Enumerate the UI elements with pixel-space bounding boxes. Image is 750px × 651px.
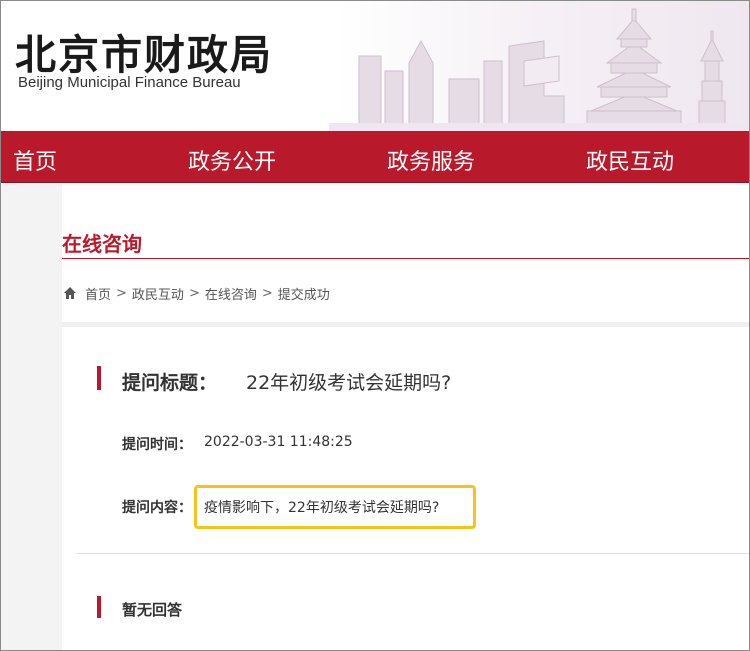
section-band bbox=[62, 322, 749, 327]
nav-item-gov-affairs[interactable]: 政务公开 bbox=[188, 144, 276, 176]
nav-item-interaction[interactable]: 政民互动 bbox=[586, 144, 674, 176]
reply-status: 暂无回答 bbox=[122, 601, 183, 619]
breadcrumb-current: 提交成功 bbox=[277, 287, 330, 303]
breadcrumb: 首页 > 政民互动 > 在线咨询 > 提交成功 bbox=[63, 284, 330, 303]
home-icon bbox=[64, 287, 76, 299]
nav-item-home[interactable]: 首页 bbox=[13, 144, 57, 176]
question-time-label: 提问时间： bbox=[122, 437, 192, 453]
question-title: 22年初级考试会延期吗? bbox=[246, 372, 452, 394]
section-title: 在线咨询 bbox=[62, 232, 142, 256]
beijing-skyline-illustration bbox=[329, 8, 749, 131]
site-header: 北京市财政局 Beijing Municipal Finance Bureau bbox=[1, 1, 749, 131]
nav-item-gov-services[interactable]: 政务服务 bbox=[387, 144, 475, 176]
question-time: 2022-03-31 11:48:25 bbox=[204, 434, 353, 450]
content-panel bbox=[62, 184, 749, 650]
breadcrumb-separator: > bbox=[188, 285, 200, 301]
question-content: 疫情影响下，22年初级考试会延期吗? bbox=[204, 500, 440, 516]
question-title-label: 提问标题： bbox=[122, 372, 218, 394]
breadcrumb-separator: > bbox=[116, 285, 127, 301]
site-logo-chinese[interactable]: 北京市财政局 bbox=[15, 21, 273, 81]
section-divider bbox=[62, 258, 749, 259]
main-nav: 首页 政务公开 政务服务 政民互动 bbox=[1, 131, 749, 183]
reply-accent-bar bbox=[97, 596, 101, 618]
question-accent-bar bbox=[97, 366, 101, 390]
breadcrumb-home[interactable]: 首页 bbox=[85, 284, 111, 303]
breadcrumb-online-consult[interactable]: 在线咨询 bbox=[205, 284, 257, 303]
breadcrumb-interaction[interactable]: 政民互动 bbox=[132, 284, 184, 303]
question-content-label: 提问内容： bbox=[122, 500, 192, 516]
breadcrumb-separator: > bbox=[261, 285, 273, 301]
content-divider bbox=[77, 553, 749, 554]
site-logo-english[interactable]: Beijing Municipal Finance Bureau bbox=[18, 74, 241, 91]
